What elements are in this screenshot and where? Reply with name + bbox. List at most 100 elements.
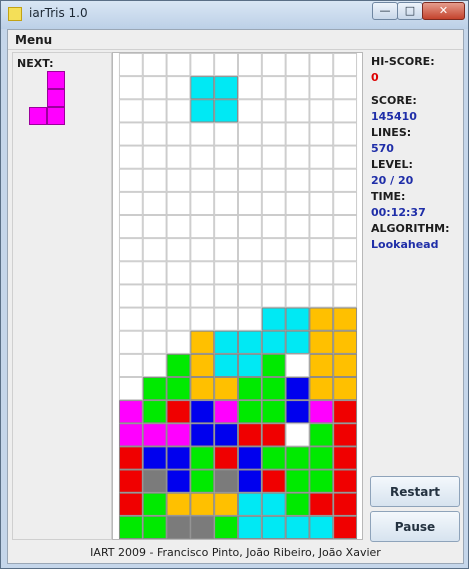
board-block	[118, 400, 143, 424]
board-cell-empty	[333, 238, 358, 262]
board-cell-empty	[238, 261, 262, 285]
board-cell-empty	[333, 261, 358, 285]
board-block	[190, 330, 215, 354]
board-block	[166, 492, 191, 516]
board-cell-empty	[166, 168, 191, 192]
title-bar[interactable]: iarTris 1.0 — □ ✕	[1, 1, 468, 29]
board-cell-empty	[190, 145, 215, 169]
board-block	[333, 353, 358, 378]
board-block	[190, 423, 215, 447]
stats-panel: HI-SCORE: 0 SCORE: 145410 LINES: 570 LEV…	[369, 52, 463, 542]
board-cell-empty	[190, 261, 215, 285]
board-block	[333, 446, 358, 470]
board-cell-empty	[166, 191, 191, 216]
window-title: iarTris 1.0	[29, 6, 88, 20]
board-cell-empty	[333, 99, 358, 123]
board-cell-empty	[238, 238, 262, 262]
next-piece-block	[47, 89, 65, 107]
board-block	[190, 469, 215, 493]
menu-button[interactable]: Menu	[15, 33, 52, 47]
board-block	[309, 446, 334, 470]
board-cell-empty	[238, 191, 262, 216]
board-cell-empty	[333, 168, 358, 192]
board-cell-empty	[214, 215, 238, 239]
time-label: TIME:	[371, 190, 406, 203]
board-block	[214, 76, 238, 100]
board-cell-empty	[238, 168, 262, 192]
board-cell-empty	[238, 76, 262, 100]
board-block	[261, 307, 286, 331]
board-cell-empty	[142, 307, 167, 331]
board-block	[190, 76, 215, 100]
board-cell-empty	[118, 330, 143, 354]
board-cell-empty	[261, 261, 286, 285]
board-block	[214, 330, 238, 354]
board-block	[142, 492, 167, 516]
board-block	[142, 446, 167, 470]
board-cell-empty	[118, 215, 143, 239]
board-cell-empty	[142, 353, 167, 378]
board-block	[285, 400, 310, 424]
board-cell-empty	[261, 168, 286, 192]
board-cell-empty	[238, 53, 262, 77]
board-block	[214, 99, 238, 123]
board-cell-empty	[285, 353, 310, 378]
board-cell-empty	[190, 168, 215, 192]
board-block	[309, 377, 334, 401]
board-block	[238, 353, 262, 378]
board-cell-empty	[261, 145, 286, 169]
board-block	[261, 330, 286, 354]
board-cell-empty	[285, 168, 310, 192]
board-cell-empty	[285, 215, 310, 239]
maximize-button[interactable]: □	[397, 2, 423, 20]
close-button[interactable]: ✕	[422, 2, 465, 20]
next-piece-preview	[29, 71, 65, 125]
board-cell-empty	[285, 423, 310, 447]
board-cell-empty	[118, 76, 143, 100]
next-label: NEXT:	[17, 57, 54, 70]
board-cell-empty	[142, 191, 167, 216]
board-block	[261, 353, 286, 378]
board-cell-empty	[190, 238, 215, 262]
board-block	[261, 515, 286, 539]
close-icon: ✕	[438, 4, 449, 17]
board-block	[309, 400, 334, 424]
board-cell-empty	[261, 122, 286, 146]
board-cell-empty	[333, 215, 358, 239]
board-cell-empty	[309, 99, 334, 123]
next-piece-block	[47, 71, 65, 89]
board-block	[214, 515, 238, 539]
board-block	[261, 377, 286, 401]
menu-bar: Menu	[8, 30, 463, 50]
board-cell-empty	[166, 215, 191, 239]
pause-button[interactable]: Pause	[370, 511, 460, 542]
board-cell-empty	[285, 145, 310, 169]
board-block	[309, 515, 334, 539]
restart-button[interactable]: Restart	[370, 476, 460, 507]
board-cell-empty	[261, 76, 286, 100]
algorithm-label: ALGORITHM:	[371, 222, 450, 235]
board-cell-empty	[142, 76, 167, 100]
board-block	[238, 377, 262, 401]
level-value: 20 / 20	[371, 174, 414, 187]
board-block	[190, 446, 215, 470]
board-block	[285, 307, 310, 331]
board-block	[142, 515, 167, 539]
minimize-icon: —	[379, 4, 391, 17]
board-block	[238, 400, 262, 424]
board-cell-empty	[118, 284, 143, 308]
board-cell-empty	[261, 284, 286, 308]
board-cell-empty	[190, 284, 215, 308]
next-piece-block	[47, 107, 65, 125]
board-block	[309, 330, 334, 354]
board-cell-empty	[285, 284, 310, 308]
score-label: SCORE:	[371, 94, 417, 107]
board-block	[309, 423, 334, 447]
status-bar: IART 2009 - Francisco Pinto, João Ribeir…	[90, 546, 381, 559]
board-block	[333, 377, 358, 401]
board-cell-empty	[142, 261, 167, 285]
minimize-button[interactable]: —	[372, 2, 398, 20]
board-block	[333, 492, 358, 516]
board-cell-empty	[238, 145, 262, 169]
board-block	[285, 377, 310, 401]
